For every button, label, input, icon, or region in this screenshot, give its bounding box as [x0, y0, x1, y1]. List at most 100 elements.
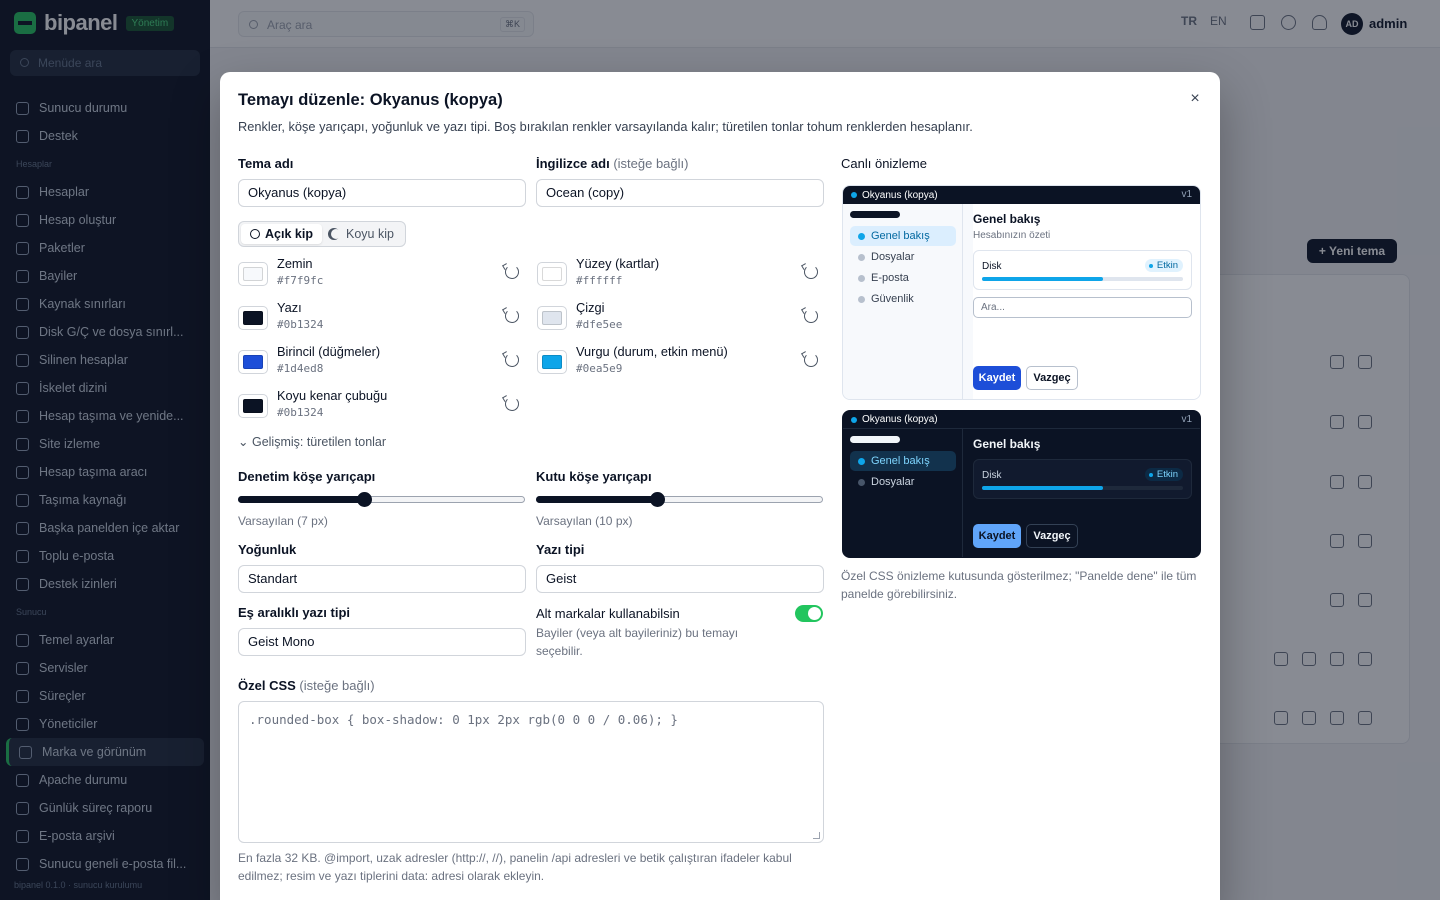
control-radius-hint: Varsayılan (7 px) [238, 514, 328, 528]
reset-icon[interactable] [505, 353, 519, 367]
reset-icon[interactable] [804, 353, 818, 367]
color-swatch[interactable] [238, 350, 268, 374]
swatch-fill [542, 355, 562, 369]
color-swatch[interactable] [238, 262, 268, 286]
slider-thumb[interactable] [357, 492, 373, 507]
color-hex: #0ea5e9 [576, 362, 623, 375]
color-hex: #0b1324 [277, 318, 324, 331]
dialog-description: Renkler, köşe yarıçapı, yoğunluk ve yazı… [238, 119, 973, 134]
font-select[interactable]: Geist [536, 565, 824, 593]
disk-progress-fill [982, 277, 1103, 281]
preview-nav-item: Dosyalar [850, 247, 956, 267]
dark-preview: Okyanus (kopya) v1 Genel bakış Dosyalar Ge… [842, 410, 1201, 558]
color-swatch[interactable] [238, 394, 268, 418]
box-radius-slider[interactable] [536, 490, 823, 510]
dark-mode-tab[interactable]: Koyu kip [322, 224, 403, 244]
preview-nav-label: Genel bakış [871, 230, 930, 242]
density-select[interactable]: Standart [238, 565, 526, 593]
disk-label: Disk [982, 470, 1002, 481]
reset-icon[interactable] [804, 265, 818, 279]
color-swatch[interactable] [537, 262, 567, 286]
swatch-fill [542, 267, 562, 281]
css-placeholder: .rounded-box { box-shadow: 0 1px 2px rgb… [249, 712, 678, 727]
color-name: Yazı [277, 300, 302, 315]
swatch-fill [243, 267, 263, 281]
close-icon[interactable]: × [1186, 90, 1204, 108]
preview-heading: Genel bakış [973, 212, 1041, 226]
preview-search-input: Ara... [973, 297, 1192, 318]
preview-main: Genel bakış Hesabınızın özeti Disk Etkin… [973, 204, 1200, 399]
disk-progress-fill [982, 486, 1103, 490]
bullet-icon [858, 478, 865, 486]
light-mode-label: Açık kip [265, 227, 313, 241]
slider-fill [536, 496, 657, 503]
color-name: Yüzey (kartlar) [576, 256, 660, 271]
color-swatch[interactable] [537, 350, 567, 374]
sub-brands-toggle[interactable] [795, 605, 823, 622]
reset-icon[interactable] [804, 309, 818, 323]
color-hex: #f7f9fc [277, 274, 324, 287]
preview-note: Özel CSS önizleme kutusunda gösterilmez;… [841, 569, 1197, 601]
preview-nav-label: Dosyalar [871, 251, 915, 263]
theme-name-input[interactable]: Okyanus (kopya) [238, 179, 526, 207]
preview-version: v1 [1181, 414, 1192, 425]
color-row: Zemin #f7f9fc [238, 254, 524, 294]
custom-css-label-text: Özel CSS [238, 678, 296, 693]
bullet-icon [858, 274, 865, 282]
color-row: Yüzey (kartlar) #ffffff [537, 254, 823, 294]
color-hex: #dfe5ee [576, 318, 623, 331]
preview-save-button: Kaydet [973, 524, 1021, 548]
preview-nav-item: Güvenlik [850, 289, 956, 309]
optional-hint: (isteğe bağlı) [299, 678, 375, 693]
color-row: Yazı #0b1324 [238, 298, 524, 338]
preview-nav-item: Genel bakış [850, 226, 956, 246]
en-name-input[interactable]: Ocean (copy) [536, 179, 824, 207]
mono-font-select[interactable]: Geist Mono [238, 628, 526, 656]
color-swatch[interactable] [238, 306, 268, 330]
sub-brands-label: Alt markalar kullanabilsin [536, 606, 680, 621]
control-radius-slider[interactable] [238, 490, 525, 510]
status-badge: Etkin [1144, 468, 1183, 481]
dark-mode-label: Koyu kip [346, 227, 394, 241]
color-hex: #ffffff [576, 274, 623, 287]
advanced-toggle[interactable]: ⌄ Gelişmiş: türetilen tonlar [238, 434, 386, 449]
custom-css-textarea[interactable]: .rounded-box { box-shadow: 0 1px 2px rgb… [238, 701, 824, 843]
disk-progress [982, 486, 1183, 490]
slider-fill [238, 496, 365, 503]
box-radius-hint: Varsayılan (10 px) [536, 514, 633, 528]
preview-nav-item: Dosyalar [850, 472, 956, 492]
bullet-icon [858, 457, 865, 465]
slider-thumb[interactable] [649, 492, 665, 507]
preview-subheading: Hesabınızın özeti [973, 230, 1051, 241]
preview-logo [850, 211, 900, 218]
status-dot [851, 192, 857, 198]
preview-cancel-button: Vazgeç [1026, 524, 1078, 548]
reset-icon[interactable] [505, 397, 519, 411]
color-name: Birincil (düğmeler) [277, 344, 381, 359]
color-row: Koyu kenar çubuğu #0b1324 [238, 386, 524, 426]
color-swatch[interactable] [537, 306, 567, 330]
swatch-fill [243, 311, 263, 325]
reset-icon[interactable] [505, 265, 519, 279]
preview-nav-label: Genel bakış [871, 455, 930, 467]
light-mode-tab[interactable]: Açık kip [241, 224, 322, 244]
sub-brands-hint: Bayiler (veya alt bayileriniz) bu temayı… [536, 626, 739, 658]
reset-icon[interactable] [505, 309, 519, 323]
en-name-label-text: İngilizce adı [536, 156, 610, 171]
swatch-fill [542, 311, 562, 325]
mode-toggle: Açık kip Koyu kip [238, 221, 406, 247]
preview-heading: Genel bakış [973, 437, 1041, 451]
box-radius-label: Kutu köşe yarıçapı [536, 469, 652, 484]
theme-name-label: Tema adı [238, 156, 294, 171]
preview-titlebar: Okyanus (kopya) v1 [843, 186, 1200, 204]
preview-disk-card: Disk Etkin [973, 459, 1192, 499]
preview-body: Genel bakış Dosyalar Genel bakış Disk Etk… [843, 429, 1200, 557]
custom-css-label: Özel CSS (isteğe bağlı) [238, 678, 375, 693]
preview-titlebar: Okyanus (kopya) v1 [843, 411, 1200, 429]
color-row: Vurgu (durum, etkin menü) #0ea5e9 [537, 342, 823, 382]
mono-font-label: Eş aralıklı yazı tipi [238, 605, 350, 620]
sun-icon [250, 229, 261, 239]
bullet-icon [858, 295, 865, 303]
resize-handle[interactable] [813, 832, 820, 839]
preview-disk-card: Disk Etkin [973, 250, 1192, 290]
